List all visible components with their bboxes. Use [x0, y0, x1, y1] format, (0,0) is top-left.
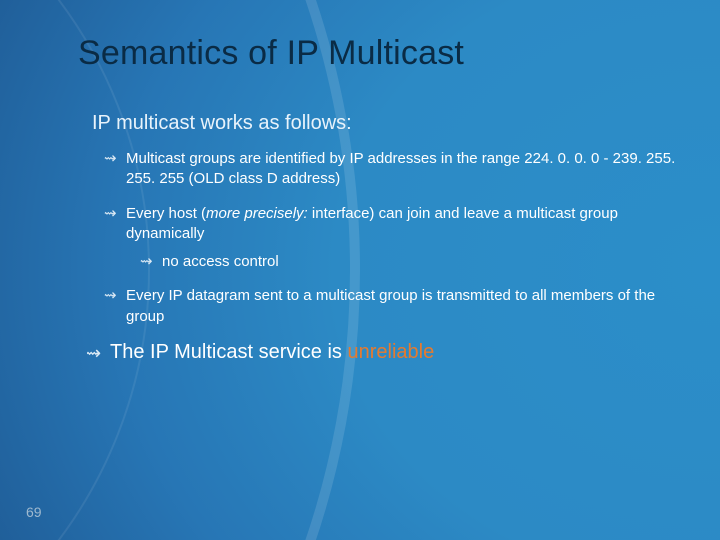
slide-body: IP multicast works as follows: ⇝ Multica…: [92, 112, 680, 364]
bullet-text-italic: more precisely:: [206, 205, 308, 222]
sub-bullet-item: ⇝ no access control: [92, 252, 680, 272]
footline-highlight: unreliable: [347, 341, 434, 363]
bullet-icon: ⇝: [104, 286, 117, 306]
bullet-item: ⇝ Multicast groups are identified by IP …: [92, 149, 680, 190]
page-number: 69: [26, 504, 42, 520]
bullet-text: (OLD class D address): [184, 170, 340, 187]
bullet-item: ⇝ Every IP datagram sent to a multicast …: [92, 286, 680, 327]
bullet-text: Every IP datagram sent to a multicast gr…: [126, 287, 655, 324]
bullet-text: Multicast groups are identified by IP ad…: [126, 150, 524, 167]
intro-line: IP multicast works as follows:: [92, 112, 680, 135]
slide: Semantics of IP Multicast IP multicast w…: [0, 0, 720, 540]
bullet-icon: ⇝: [104, 204, 117, 224]
bullet-icon: ⇝: [140, 252, 153, 272]
footline-text: The IP Multicast service is: [110, 341, 347, 363]
footline: ⇝ The IP Multicast service is unreliable: [92, 341, 680, 364]
slide-title: Semantics of IP Multicast: [78, 34, 464, 73]
bullet-icon: ⇝: [104, 149, 117, 169]
bullet-item: ⇝ Every host (more precisely: interface)…: [92, 204, 680, 245]
bullet-text: no access control: [162, 253, 279, 270]
bullet-text: Every host (: [126, 205, 206, 222]
bullet-icon: ⇝: [86, 343, 101, 364]
